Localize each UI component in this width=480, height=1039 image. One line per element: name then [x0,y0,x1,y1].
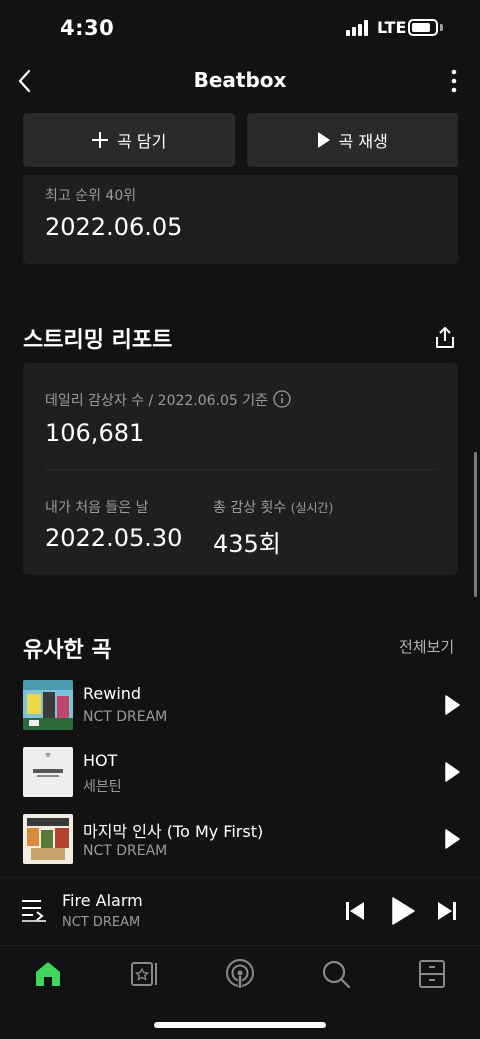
track-title: Rewind [83,684,142,703]
header: Beatbox [0,56,480,106]
now-playing-title: Fire Alarm [62,891,143,910]
daily-listeners-value: 106,681 [45,419,145,447]
info-icon[interactable] [273,390,291,408]
status-time: 4:30 [60,16,115,40]
add-song-label: 곡 담기 [117,132,167,151]
add-song-button[interactable]: 곡 담기 [23,113,235,167]
best-rank-date: 2022.06.05 [45,213,183,241]
page-title: Beatbox [193,68,287,92]
similar-songs-title: 유사한 곡 [23,638,112,663]
album-art [23,747,73,797]
play-icon [317,132,330,148]
plus-icon [92,132,109,148]
action-buttons: 곡 담기 곡 재생 [23,113,458,167]
track-title: HOT [83,751,118,770]
album-art [23,814,73,864]
see-all-link[interactable]: 전체보기 [399,636,454,657]
search-icon[interactable] [318,956,354,992]
album-art [23,680,73,730]
play-song-label: 곡 재생 [338,132,388,151]
mini-player[interactable]: Fire Alarm NCT DREAM [0,877,480,945]
play-icon[interactable] [443,695,461,715]
app-screen: 4:30 LTE Beatbox 곡 담기 곡 재생 최고 순위 40위 202… [0,0,480,1039]
rank-card: 최고 순위 40위 2022.06.05 [23,175,458,264]
best-rank-label: 최고 순위 40위 [45,188,137,204]
play-icon[interactable] [390,896,416,926]
share-icon[interactable] [432,325,458,351]
first-listen-label: 내가 처음 들은 날 [45,500,149,516]
home-icon[interactable] [30,956,66,992]
play-icon[interactable] [443,829,461,849]
home-indicator[interactable] [154,1022,326,1028]
library-icon[interactable] [126,956,162,992]
storage-icon[interactable] [414,956,450,992]
now-playing-artist: NCT DREAM [62,915,141,930]
track-row[interactable]: 마지막 인사 (To My First) NCT DREAM [23,814,463,864]
total-plays-value: 435회 [213,530,281,558]
battery-icon [408,19,438,36]
streaming-report-card: 데일리 감상자 수 / 2022.06.05 기준 106,681 내가 처음 … [23,363,458,575]
play-icon[interactable] [443,762,461,782]
first-listen-date: 2022.05.30 [45,524,183,552]
podcast-icon[interactable] [222,956,258,992]
status-bar: 4:30 LTE [0,0,480,56]
track-artist: NCT DREAM [83,843,168,859]
track-artist: NCT DREAM [83,709,168,725]
scrollbar[interactable] [474,452,477,597]
signal-icon [346,20,372,36]
realtime-suffix: (실시간) [290,501,334,515]
more-icon[interactable] [440,66,468,96]
track-artist: 세븐틴 [83,779,122,795]
track-row[interactable]: HOT 세븐틴 [23,747,463,797]
next-icon[interactable] [436,899,458,923]
network-label: LTE [377,18,407,37]
track-title: 마지막 인사 (To My First) [83,822,264,841]
previous-icon[interactable] [344,899,366,923]
divider [45,469,436,470]
play-song-button[interactable]: 곡 재생 [246,113,458,167]
queue-icon[interactable] [21,898,47,922]
track-row[interactable]: Rewind NCT DREAM [23,680,463,730]
streaming-report-title: 스트리밍 리포트 [23,328,173,353]
total-plays-label: 총 감상 횟수 (실시간) [213,500,334,516]
daily-listeners-label: 데일리 감상자 수 / 2022.06.05 기준 [45,393,269,409]
